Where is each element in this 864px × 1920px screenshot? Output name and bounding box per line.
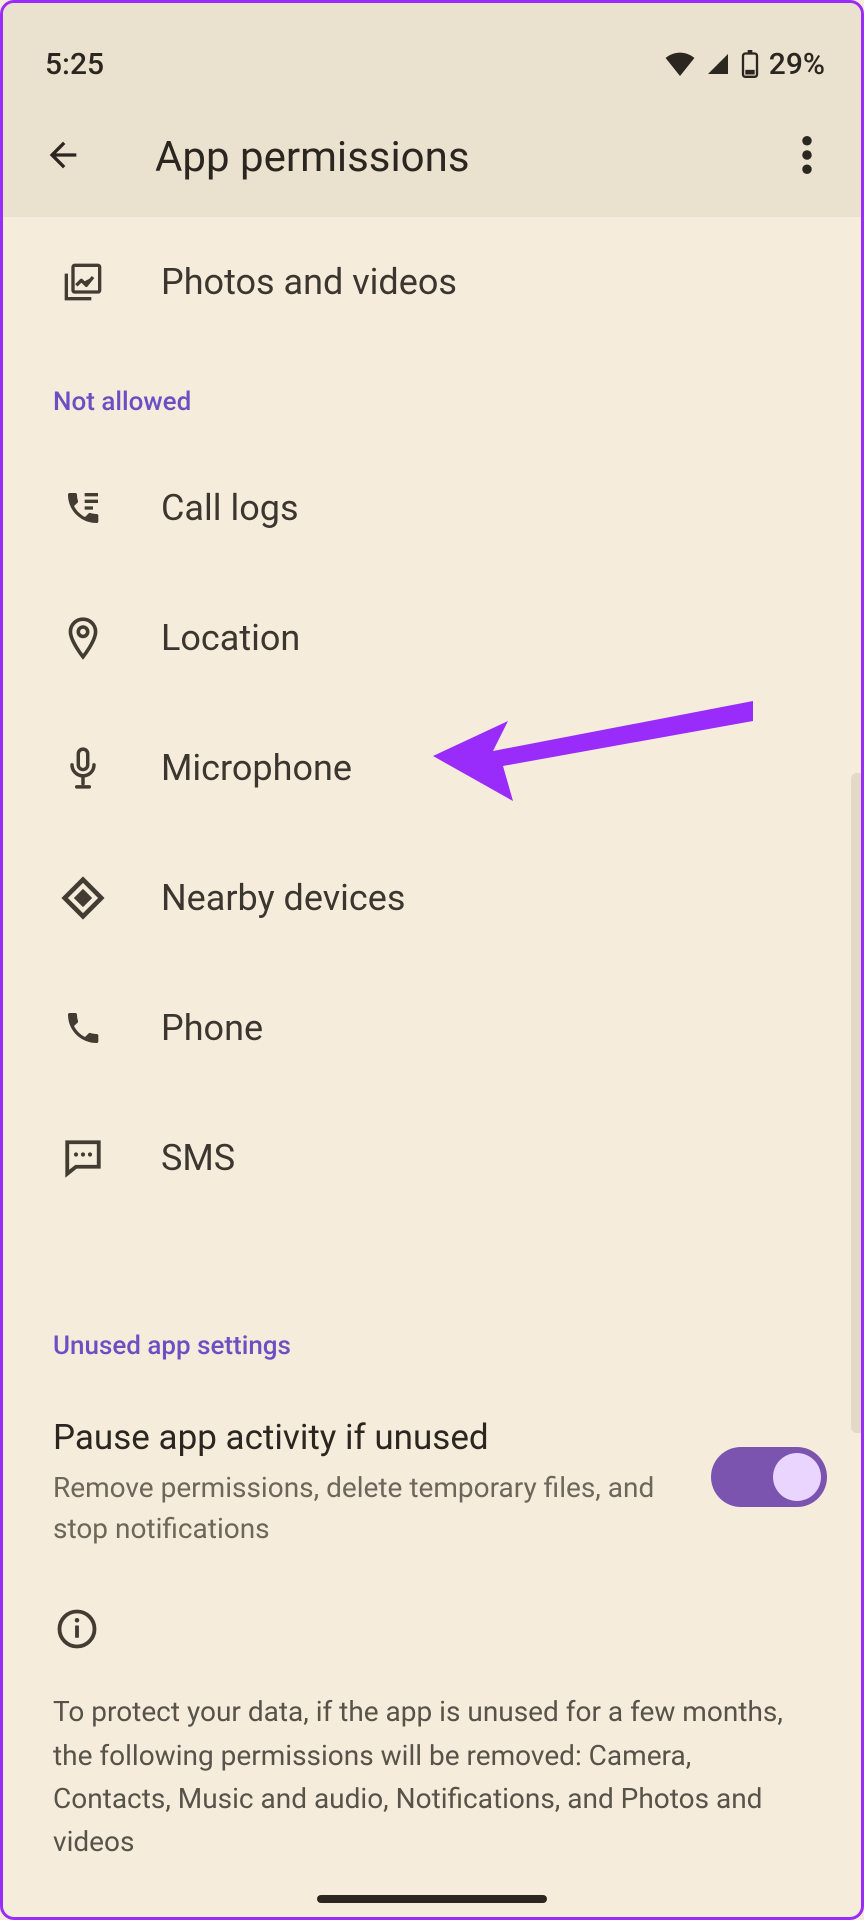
- toggle-knob: [773, 1453, 821, 1501]
- call-log-icon: [59, 488, 107, 528]
- perm-sms[interactable]: SMS: [3, 1093, 861, 1223]
- info-text: To protect your data, if the app is unus…: [53, 1690, 811, 1864]
- wifi-icon: [665, 52, 695, 76]
- nav-handle[interactable]: [317, 1895, 547, 1903]
- battery-icon: [741, 50, 759, 78]
- photos-icon: [59, 262, 107, 302]
- screen: 5:25 29% App permissions: [0, 0, 864, 1920]
- location-icon: [59, 616, 107, 660]
- pause-title: Pause app activity if unused: [53, 1417, 681, 1458]
- perm-label: Photos and videos: [161, 261, 457, 303]
- status-bar: 5:25 29%: [3, 3, 861, 97]
- back-button[interactable]: [27, 121, 99, 193]
- battery-text: 29%: [769, 47, 825, 82]
- nearby-icon: [59, 876, 107, 920]
- more-vert-icon: [802, 136, 812, 178]
- pause-subtitle: Remove permissions, delete temporary fil…: [53, 1468, 681, 1549]
- perm-label: Nearby devices: [161, 877, 405, 919]
- overflow-button[interactable]: [771, 121, 843, 193]
- pause-toggle[interactable]: [711, 1447, 827, 1507]
- signal-icon: [705, 52, 731, 76]
- arrow-back-icon: [43, 135, 83, 179]
- info-block: To protect your data, if the app is unus…: [3, 1559, 861, 1864]
- app-bar: App permissions: [3, 97, 861, 217]
- perm-label: Call logs: [161, 487, 299, 529]
- perm-nearby-devices[interactable]: Nearby devices: [3, 833, 861, 963]
- pause-activity-row[interactable]: Pause app activity if unused Remove perm…: [3, 1387, 861, 1559]
- sms-icon: [59, 1137, 107, 1179]
- page-title: App permissions: [155, 133, 771, 182]
- perm-label: Location: [161, 617, 300, 659]
- scrollbar[interactable]: [851, 773, 861, 1433]
- perm-label: Phone: [161, 1007, 263, 1049]
- status-time: 5:25: [45, 47, 104, 82]
- section-unused: Unused app settings: [3, 1291, 861, 1387]
- perm-microphone[interactable]: Microphone: [3, 703, 861, 833]
- perm-phone[interactable]: Phone: [3, 963, 861, 1093]
- content: Photos and videos Not allowed Call logs …: [3, 217, 861, 1864]
- section-not-allowed: Not allowed: [3, 347, 861, 443]
- perm-call-logs[interactable]: Call logs: [3, 443, 861, 573]
- perm-location[interactable]: Location: [3, 573, 861, 703]
- info-icon: [53, 1605, 101, 1653]
- perm-label: Microphone: [161, 747, 352, 789]
- perm-label: SMS: [161, 1137, 235, 1179]
- microphone-icon: [59, 746, 107, 790]
- status-indicators: 29%: [665, 47, 825, 82]
- perm-photos-videos[interactable]: Photos and videos: [3, 217, 861, 347]
- phone-icon: [59, 1008, 107, 1048]
